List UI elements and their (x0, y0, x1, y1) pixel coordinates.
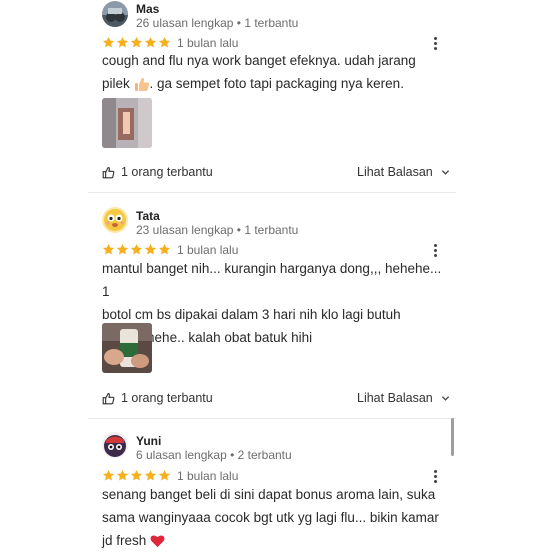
avatar[interactable] (102, 432, 128, 458)
reviewer-meta: 6 ulasan lengkap • 2 terbantu (136, 448, 292, 462)
view-replies-label: Lihat Balasan (357, 391, 433, 405)
star-rating (102, 36, 171, 50)
star-icon (130, 243, 143, 255)
helpful-label: 1 orang terbantu (121, 165, 213, 179)
reviewer-name[interactable]: Mas (136, 2, 159, 16)
star-icon (130, 36, 143, 48)
star-icon (130, 469, 143, 481)
separator: • (236, 16, 241, 30)
star-icon (116, 36, 129, 48)
review-time: 1 bulan lalu (177, 469, 239, 483)
review-text: senang banget beli di sini dapat bonus a… (102, 487, 439, 548)
thumbs-up-outline-icon (102, 392, 115, 404)
review-card: Tata 23 ulasan lengkap • 1 terbantu 1 bu… (0, 205, 543, 420)
reviewer-meta: 26 ulasan lengkap • 1 terbantu (136, 16, 298, 30)
star-icon (102, 36, 115, 48)
review-time: 1 bulan lalu (177, 36, 239, 50)
review-text: mantul banget nih... kurangin harganya d… (102, 261, 442, 345)
scrollbar[interactable] (451, 418, 454, 456)
more-options-icon[interactable] (430, 470, 440, 484)
review-card: Mas 26 ulasan lengkap • 1 terbantu 1 bul… (0, 0, 543, 195)
star-icon (144, 243, 157, 255)
star-icon (116, 469, 129, 481)
star-icon (116, 243, 129, 255)
divider (88, 192, 456, 193)
star-icon (158, 243, 171, 255)
star-icon (102, 469, 115, 481)
reviewer-name[interactable]: Yuni (136, 434, 161, 448)
star-icon (144, 469, 157, 481)
view-replies-button[interactable]: Lihat Balasan (357, 165, 450, 179)
star-icon (144, 36, 157, 48)
view-replies-label: Lihat Balasan (357, 165, 433, 179)
review-text: cough and flu nya work banget efeknya. u… (102, 53, 416, 92)
star-icon (158, 469, 171, 481)
star-icon (158, 36, 171, 48)
review-count: 6 ulasan lengkap (136, 448, 227, 462)
thumbs-up-icon (134, 78, 149, 92)
reviewer-name[interactable]: Tata (136, 209, 160, 223)
avatar[interactable] (102, 207, 128, 233)
red-heart-icon (150, 535, 165, 548)
helpful-count: 1 terbantu (244, 223, 299, 237)
review-card: Yuni 6 ulasan lengkap • 2 terbantu 1 bul… (0, 430, 543, 548)
chevron-down-icon (441, 395, 449, 401)
helpful-count: 2 terbantu (237, 448, 292, 462)
review-time: 1 bulan lalu (177, 243, 239, 257)
avatar[interactable] (102, 1, 128, 27)
star-icon (102, 243, 115, 255)
chevron-down-icon (441, 169, 449, 175)
review-photo[interactable] (102, 323, 152, 373)
helpful-button[interactable]: 1 orang terbantu (102, 391, 213, 405)
review-count: 23 ulasan lengkap (136, 223, 234, 237)
star-rating (102, 469, 171, 483)
star-rating (102, 243, 171, 257)
reviewer-meta: 23 ulasan lengkap • 1 terbantu (136, 223, 298, 237)
separator: • (236, 223, 241, 237)
helpful-button[interactable]: 1 orang terbantu (102, 165, 213, 179)
review-photo[interactable] (102, 98, 152, 148)
view-replies-button[interactable]: Lihat Balasan (357, 391, 450, 405)
separator: • (230, 448, 235, 462)
thumbs-up-outline-icon (102, 166, 115, 178)
review-count: 26 ulasan lengkap (136, 16, 234, 30)
helpful-count: 1 terbantu (244, 16, 299, 30)
more-options-icon[interactable] (430, 244, 440, 258)
divider (88, 418, 456, 419)
helpful-label: 1 orang terbantu (121, 391, 213, 405)
